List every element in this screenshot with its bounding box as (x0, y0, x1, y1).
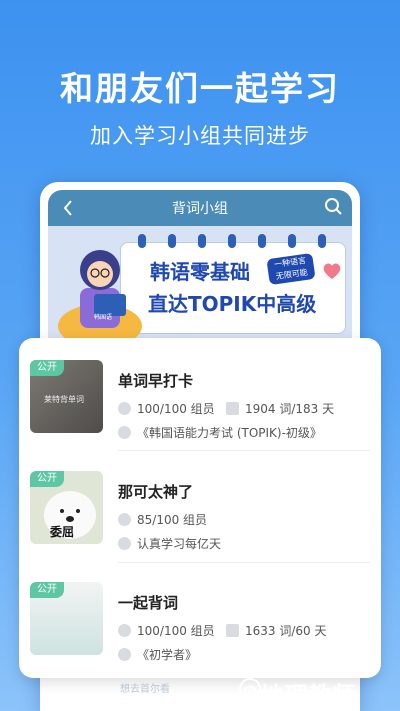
page-title: 背词小组 (172, 201, 228, 217)
word-stats-text: 1904 词/183 天 (245, 402, 335, 416)
watermark-text: 地理教师 (260, 682, 356, 710)
motto-icon (118, 537, 131, 550)
divider (118, 450, 370, 451)
member-count: 100/100 组员 (118, 400, 215, 417)
book-icon (226, 402, 239, 415)
thumbnail-caption: 委屈 (50, 525, 75, 539)
group-item[interactable]: 公开 莱特背单词 单词早打卡 100/100 组员 1904 词/183 天 《… (30, 350, 370, 441)
thumbnail-caption: 莱特背单词 (44, 395, 84, 404)
member-count-text: 100/100 组员 (137, 402, 215, 416)
divider (118, 562, 370, 563)
member-icon (118, 513, 131, 526)
group-motto-text: 认真学习每亿天 (137, 537, 222, 551)
app-top-bar: 背词小组 (48, 190, 352, 226)
group-motto: 认真学习每亿天 (118, 535, 221, 552)
wordbook-text: 《初学者》 (137, 648, 198, 662)
group-thumbnail: 公开 (30, 582, 103, 655)
wordbook-text: 《韩国语能力考试 (TOPIK)-初级》 (137, 426, 322, 440)
wordbook-icon (118, 426, 131, 439)
wordbook: 《韩国语能力考试 (TOPIK)-初级》 (118, 424, 322, 441)
wordbook-icon (118, 648, 131, 661)
group-list-card: 公开 莱特背单词 单词早打卡 100/100 组员 1904 词/183 天 《… (19, 338, 381, 678)
word-stats: 1633 词/60 天 (226, 622, 326, 639)
group-thumbnail: 公开 委屈 (30, 471, 103, 544)
student-illustration (58, 250, 142, 338)
member-count: 85/100 组员 (118, 511, 207, 528)
group-item[interactable]: 公开 委屈 那可太神了 85/100 组员 认真学习每亿天 (30, 461, 370, 552)
group-title: 单词早打卡 (118, 372, 194, 390)
member-count-text: 100/100 组员 (137, 624, 215, 638)
wordbook: 《初学者》 (118, 646, 197, 663)
book-icon (226, 624, 239, 637)
member-icon (118, 624, 131, 637)
search-icon[interactable] (324, 197, 344, 217)
notepad-rings (138, 234, 338, 248)
promo-subline: 加入学习小组共同进步 (90, 124, 310, 148)
watermark-logo-icon (239, 678, 261, 700)
banner-line-1: 韩语零基础 (150, 260, 250, 284)
banner-line-2: 直达TOPIK中高级 (148, 292, 317, 316)
member-count-text: 85/100 组员 (137, 513, 208, 527)
member-count: 100/100 组员 (118, 622, 215, 639)
public-badge: 公开 (30, 582, 64, 598)
group-title: 那可太神了 (118, 483, 194, 501)
group-thumbnail: 公开 莱特背单词 (30, 360, 103, 433)
book-label: 韩国语 (94, 314, 113, 321)
heart-icon (323, 263, 341, 279)
next-item-peek: 想去首尔看 (120, 684, 170, 695)
member-icon (118, 402, 131, 415)
word-stats: 1904 词/183 天 (226, 400, 334, 417)
word-stats-text: 1633 词/60 天 (245, 624, 327, 638)
promo-headline: 和朋友们一起学习 (60, 69, 340, 108)
public-badge: 公开 (30, 360, 64, 376)
back-arrow-icon[interactable] (58, 198, 78, 218)
promo-banner[interactable]: 韩国语 韩语零基础 直达TOPIK中高级 一种语言 无限可能 (48, 226, 352, 338)
group-item[interactable]: 公开 一起背词 100/100 组员 1633 词/60 天 《初学者》 (30, 572, 370, 663)
group-title: 一起背词 (118, 594, 179, 612)
